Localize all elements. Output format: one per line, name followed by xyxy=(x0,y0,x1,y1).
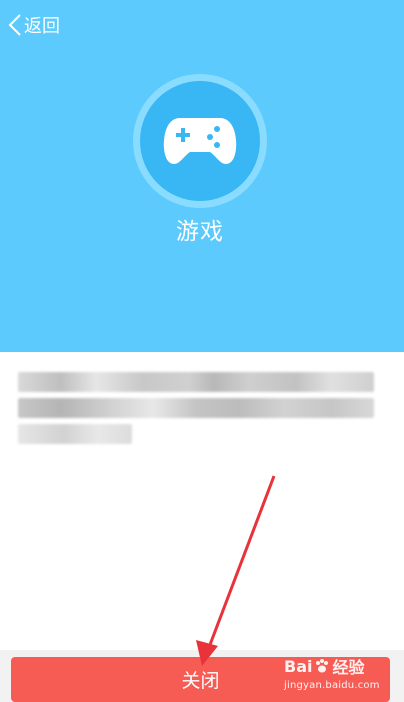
gamepad-icon xyxy=(163,118,237,164)
app-icon-ring xyxy=(133,74,267,208)
app-description xyxy=(18,372,378,450)
blurred-text-line xyxy=(18,372,374,392)
close-label: 关闭 xyxy=(181,670,220,692)
back-label: 返回 xyxy=(24,16,60,37)
app-detail-screen: 返回 游戏 关闭 Bai 经验 jingyan.baidu.com xyxy=(0,0,404,702)
app-icon-circle xyxy=(140,81,260,201)
chevron-left-icon xyxy=(8,14,21,36)
blurred-text-line xyxy=(18,424,132,444)
close-button[interactable]: 关闭 xyxy=(11,657,390,702)
app-header: 返回 游戏 xyxy=(0,0,404,352)
back-button[interactable]: 返回 xyxy=(8,10,60,40)
blurred-text-line xyxy=(18,398,374,418)
app-title: 游戏 xyxy=(176,219,224,245)
